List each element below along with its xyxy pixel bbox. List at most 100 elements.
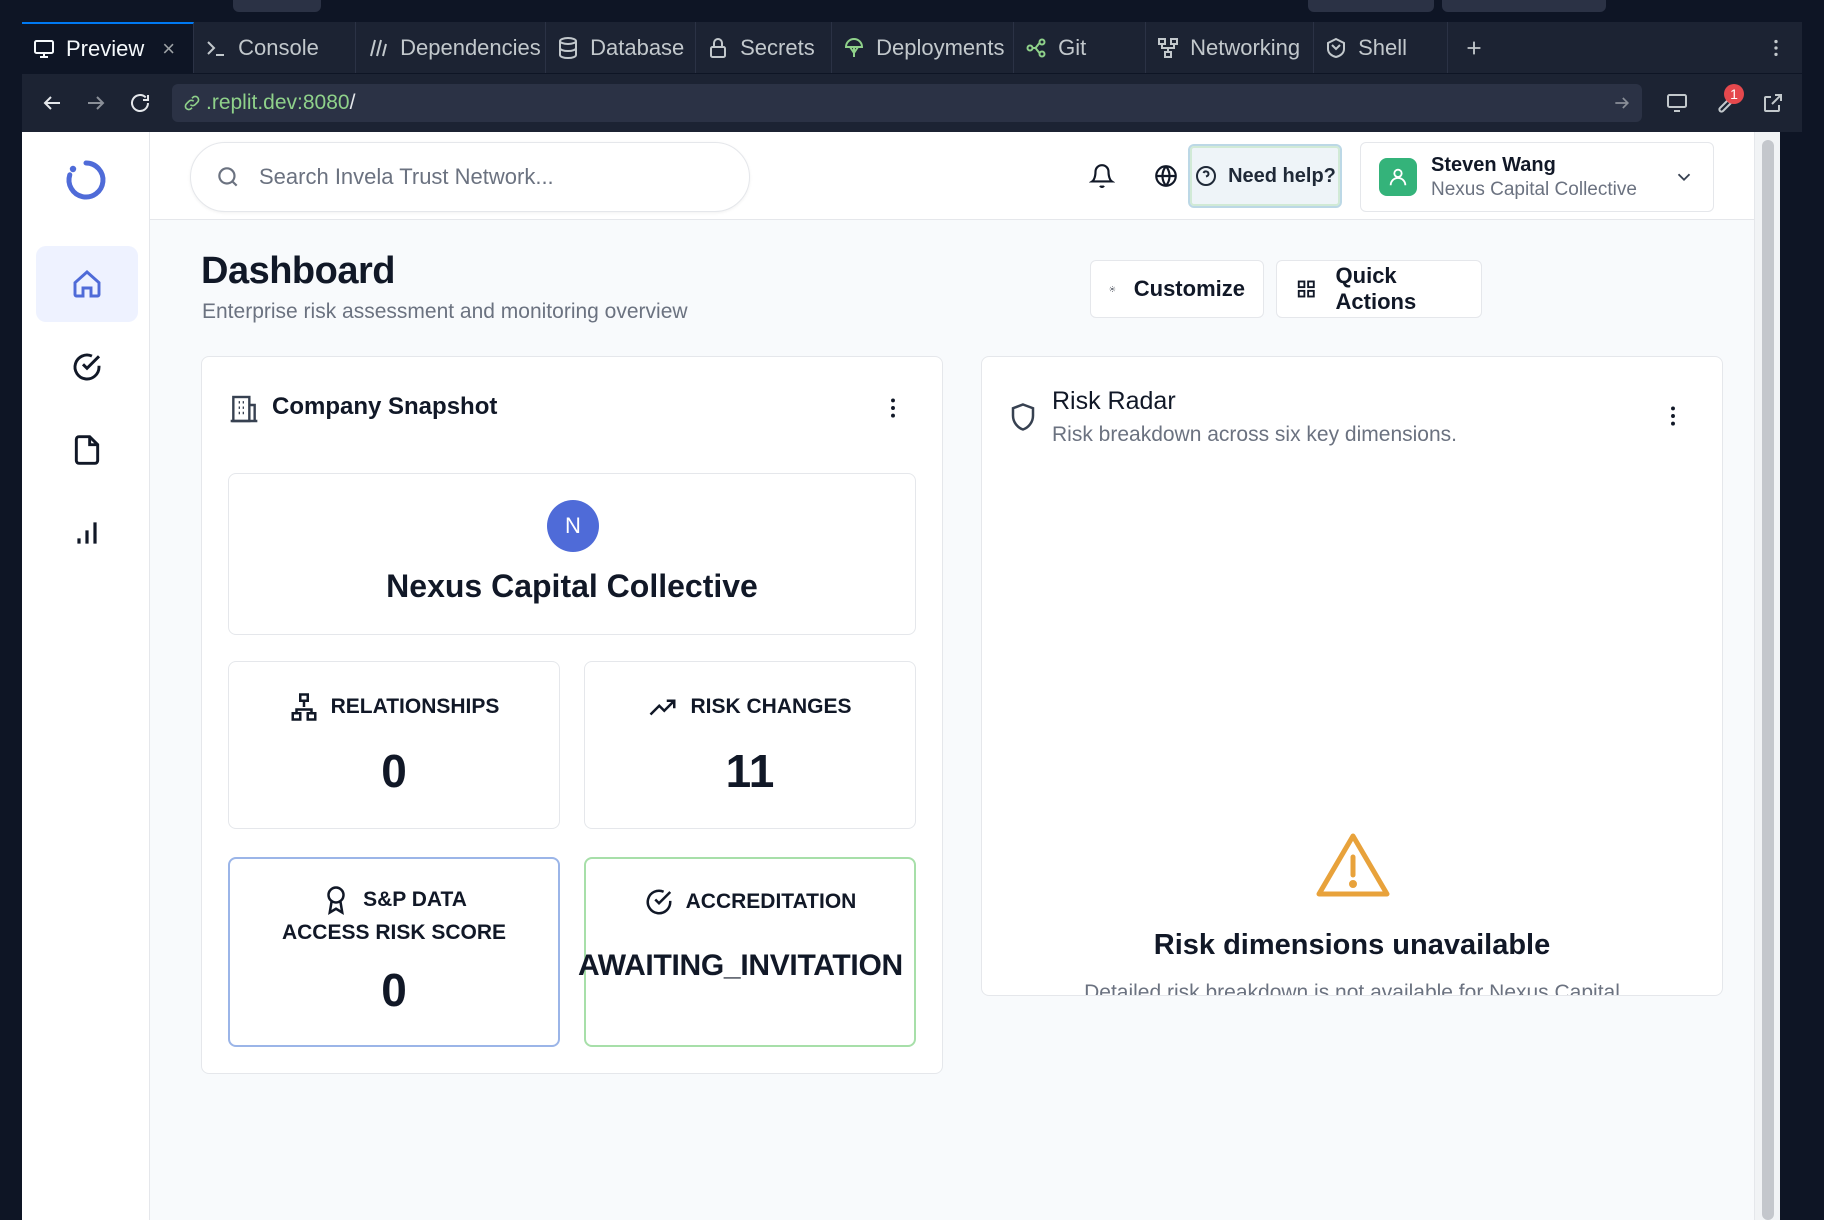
trending-up-icon [650,699,676,716]
sp-risk-score-value: 0 [381,964,407,1016]
quick-actions-label: Quick Actions [1335,263,1417,314]
help-button[interactable]: Need help? [1188,144,1342,208]
warning-icon [1316,833,1390,897]
sp-risk-score-stat[interactable]: S&P DATA ACCESS RISK SCORE 0 [228,857,560,1047]
card-title: Risk Radar [1052,387,1176,415]
shield-icon [1011,403,1035,431]
customize-label: Customize [1133,276,1245,301]
tab-spacer [1500,22,1750,73]
back-button[interactable] [30,81,74,125]
language-button[interactable] [1146,156,1186,196]
tab-label: Preview [66,35,145,61]
search-box [190,142,750,212]
user-icon [1389,168,1407,186]
ide-top-pill [1308,0,1434,12]
vertical-scrollbar[interactable] [1754,132,1780,1220]
device-preview-button[interactable] [1656,82,1698,124]
help-circle-icon [1196,166,1217,186]
notification-badge: 1 [1724,84,1744,104]
relationships-value: 0 [381,745,407,797]
more-vertical-icon [1774,39,1778,56]
new-tab-button[interactable] [1448,22,1500,73]
tab-deployments[interactable]: Deployments [832,22,1015,73]
accreditation-stat[interactable]: ACCREDITATION AWAITING_INVITATION [578,857,916,1047]
unavailable-description: Detailed risk breakdown is not available… [1084,981,1620,996]
relationships-stat[interactable]: RELATIONSHIPS 0 [228,661,560,829]
accreditation-label: ACCREDITATION [685,890,857,913]
bell-icon [1089,164,1115,188]
ide-tab-bar: Preview × Console Dependencies Database … [22,22,1802,74]
networking-icon [1158,37,1179,58]
tab-label: Shell [1358,34,1408,60]
page-subtitle: Enterprise risk assessment and monitorin… [202,300,688,323]
search-input[interactable] [259,164,729,190]
reload-icon [131,94,149,112]
close-icon[interactable]: × [162,36,175,62]
ide-right-gutter [1802,74,1824,1220]
reload-button[interactable] [118,81,162,125]
gear-icon [1109,286,1116,292]
quick-actions-button[interactable]: Quick Actions [1276,260,1482,318]
sidebar-item-home[interactable] [36,246,138,322]
stat-label-row: RISK CHANGES [585,692,915,722]
tab-database[interactable]: Database [546,22,697,73]
devtools-button[interactable]: 1 [1704,82,1746,124]
tab-label: Deployments [876,34,1005,60]
ide-top-pill [233,0,321,12]
notifications-button[interactable] [1082,156,1122,196]
url-input[interactable]: .replit.dev:8080/ [172,84,1642,122]
tab-label: Secrets [740,34,815,60]
card-menu-button[interactable] [1658,401,1688,431]
sidebar-item-documents[interactable] [36,412,138,488]
grid-icon [1297,280,1315,298]
tab-preview[interactable]: Preview × [22,22,195,73]
external-link-icon [1764,94,1782,112]
user-menu[interactable]: Steven Wang Nexus Capital Collective [1360,142,1714,212]
card-menu-button[interactable] [878,393,908,423]
plus-icon [1467,41,1481,54]
more-vertical-icon [1671,406,1675,426]
more-vertical-icon [891,398,895,418]
sidebar-item-tasks[interactable] [36,329,138,405]
more-menu-button[interactable] [1750,22,1802,73]
tab-shell[interactable]: Shell [1314,22,1449,73]
scrollbar-thumb[interactable] [1762,140,1774,1220]
ide-top-strip [0,0,1824,22]
customize-button[interactable]: Customize [1090,260,1264,318]
relationships-label: RELATIONSHIPS [330,695,500,718]
url-host: .replit.dev:8080 [206,91,350,114]
company-identity-panel: N Nexus Capital Collective [228,473,916,635]
stat-label-row: ACCREDITATION [586,887,914,917]
top-navigation: Need help? Steven Wang Nexus Capital Col… [150,132,1754,220]
tab-label: Git [1058,34,1087,60]
risk-changes-value: 11 [725,745,775,797]
git-icon [1026,38,1046,57]
user-name: Steven Wang [1431,153,1556,176]
sidebar [22,132,150,1220]
home-icon [73,270,101,298]
arrow-right-icon[interactable] [1612,93,1632,113]
tab-networking[interactable]: Networking [1146,22,1315,73]
link-icon [184,95,200,111]
monitor-icon [34,39,54,58]
forward-button[interactable] [74,81,118,125]
database-icon [559,36,578,59]
risk-changes-stat[interactable]: RISK CHANGES 11 [584,661,916,829]
risk-changes-label: RISK CHANGES [690,695,852,718]
check-circle-icon [646,889,672,915]
user-org: Nexus Capital Collective [1431,178,1637,200]
search-icon [218,167,238,187]
stat-label-row: S&P DATA [230,885,558,915]
tab-console[interactable]: Console [194,22,357,73]
lock-icon [710,37,727,58]
sidebar-item-insights[interactable] [36,495,138,571]
tab-secrets[interactable]: Secrets [696,22,833,73]
ide-top-pill [1442,0,1606,12]
help-label: Need help? [1228,164,1336,187]
tab-git[interactable]: Git [1014,22,1147,73]
app-logo-icon[interactable] [64,158,108,202]
company-name: Nexus Capital Collective [386,568,758,604]
open-new-window-button[interactable] [1752,82,1794,124]
deployments-icon [845,37,864,57]
tab-dependencies[interactable]: Dependencies [356,22,547,73]
